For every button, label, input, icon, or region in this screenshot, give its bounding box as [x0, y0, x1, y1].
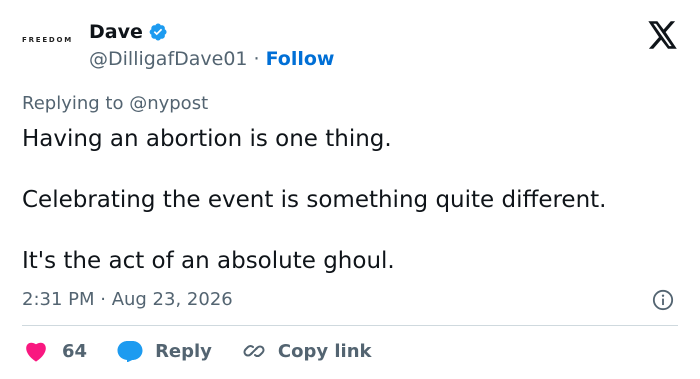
- like-count: 64: [62, 340, 88, 362]
- info-icon[interactable]: [652, 289, 674, 311]
- tweet-line: Having an abortion is one thing.: [22, 126, 392, 152]
- link-icon: [242, 339, 266, 363]
- follow-button[interactable]: Follow: [266, 48, 335, 70]
- like-button[interactable]: 64: [24, 340, 87, 362]
- reply-bubble-icon: [117, 340, 143, 362]
- author-handle[interactable]: @DilligafDave01: [89, 48, 248, 70]
- tweet-line: It's the act of an absolute ghoul.: [22, 248, 395, 274]
- author-name-row: Dave: [89, 21, 168, 43]
- copy-link-label: Copy link: [277, 340, 372, 362]
- heart-icon: [24, 340, 48, 362]
- avatar[interactable]: FREEDOM: [22, 30, 80, 50]
- handle-row: @DilligafDave01 · Follow: [89, 48, 334, 70]
- reply-button[interactable]: Reply: [117, 340, 212, 362]
- replying-to[interactable]: Replying to @nypost: [22, 93, 208, 114]
- divider: [22, 325, 678, 326]
- display-name[interactable]: Dave: [89, 21, 143, 43]
- tweet-timestamp[interactable]: 2:31 PM · Aug 23, 2026: [22, 289, 233, 310]
- tweet-text: Having an abortion is one thing. Celebra…: [22, 124, 606, 307]
- avatar-text: FREEDOM: [22, 36, 74, 44]
- tweet-line: Celebrating the event is something quite…: [22, 187, 607, 213]
- separator-dot: ·: [253, 48, 260, 70]
- reply-label: Reply: [155, 340, 212, 362]
- action-bar: 64 Reply Copy link: [24, 339, 372, 363]
- x-logo-icon[interactable]: [648, 21, 678, 49]
- copy-link-button[interactable]: Copy link: [242, 339, 372, 363]
- verified-badge-icon: [148, 22, 168, 42]
